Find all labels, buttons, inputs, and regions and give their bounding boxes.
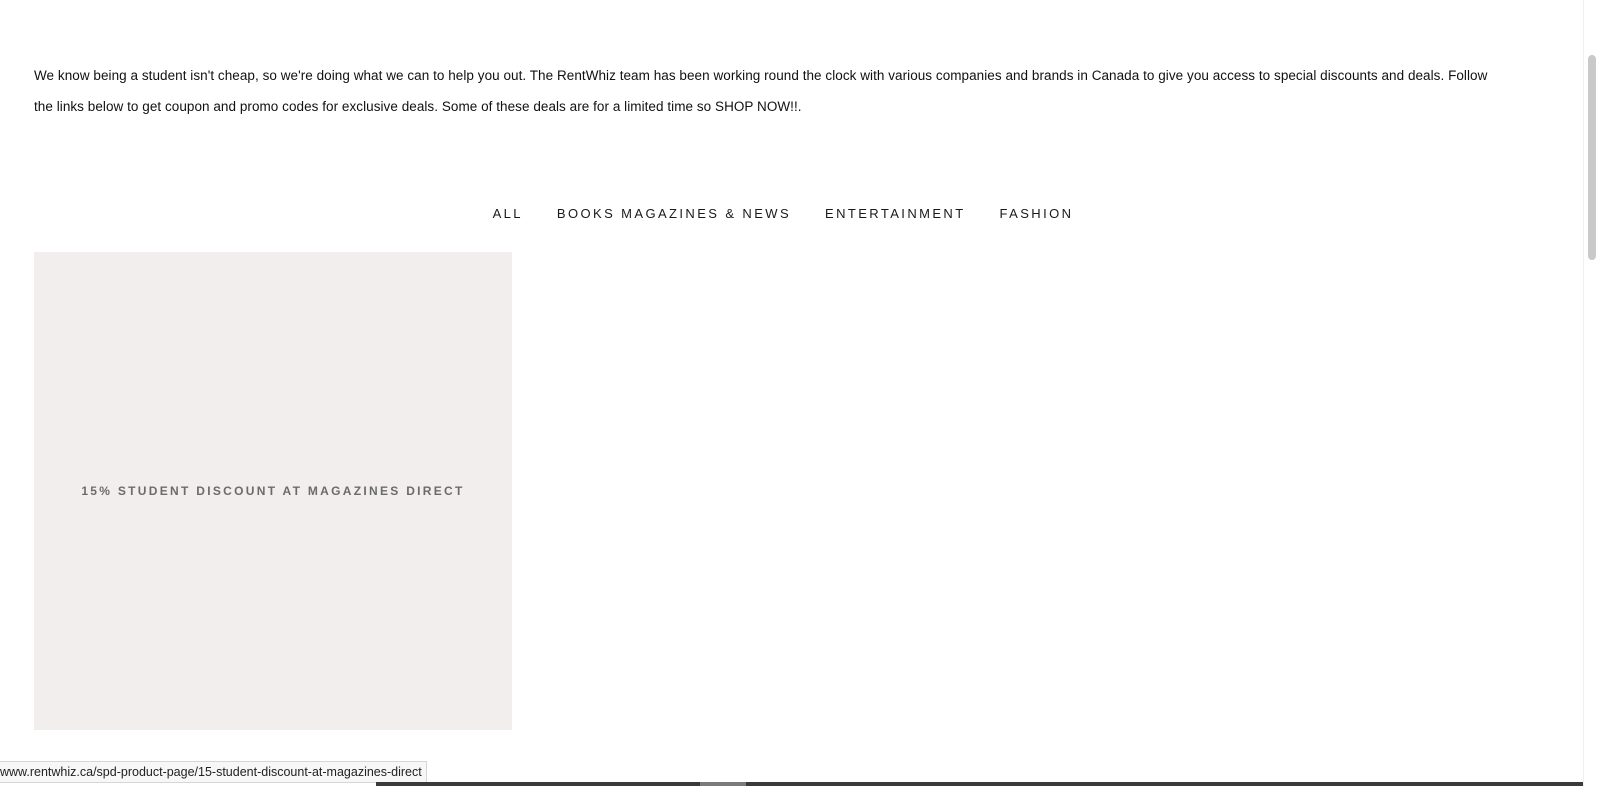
category-books-magazines-news[interactable]: BOOKS MAGAZINES & NEWS [540, 200, 808, 227]
category-entertainment[interactable]: ENTERTAINMENT [808, 200, 983, 227]
product-card-magazines-direct[interactable]: 15% STUDENT DISCOUNT AT MAGAZINES DIRECT [34, 252, 512, 730]
horizontal-scrollbar-track[interactable] [376, 782, 1600, 786]
link-status-bar: www.rentwhiz.ca/spd-product-page/15-stud… [0, 761, 427, 783]
product-card-title: 15% STUDENT DISCOUNT AT MAGAZINES DIRECT [81, 484, 465, 498]
category-fashion[interactable]: FASHION [983, 200, 1091, 227]
status-url: www.rentwhiz.ca/spd-product-page/15-stud… [0, 765, 422, 779]
vertical-scrollbar[interactable] [1583, 0, 1600, 786]
vertical-scrollbar-thumb[interactable] [1588, 55, 1596, 260]
category-all[interactable]: ALL [476, 200, 540, 227]
category-filter-nav: ALL BOOKS MAGAZINES & NEWS ENTERTAINMENT… [0, 200, 1566, 227]
horizontal-scrollbar-thumb[interactable] [700, 782, 746, 786]
page: We know being a student isn't cheap, so … [0, 0, 1600, 786]
intro-paragraph: We know being a student isn't cheap, so … [34, 68, 1488, 114]
